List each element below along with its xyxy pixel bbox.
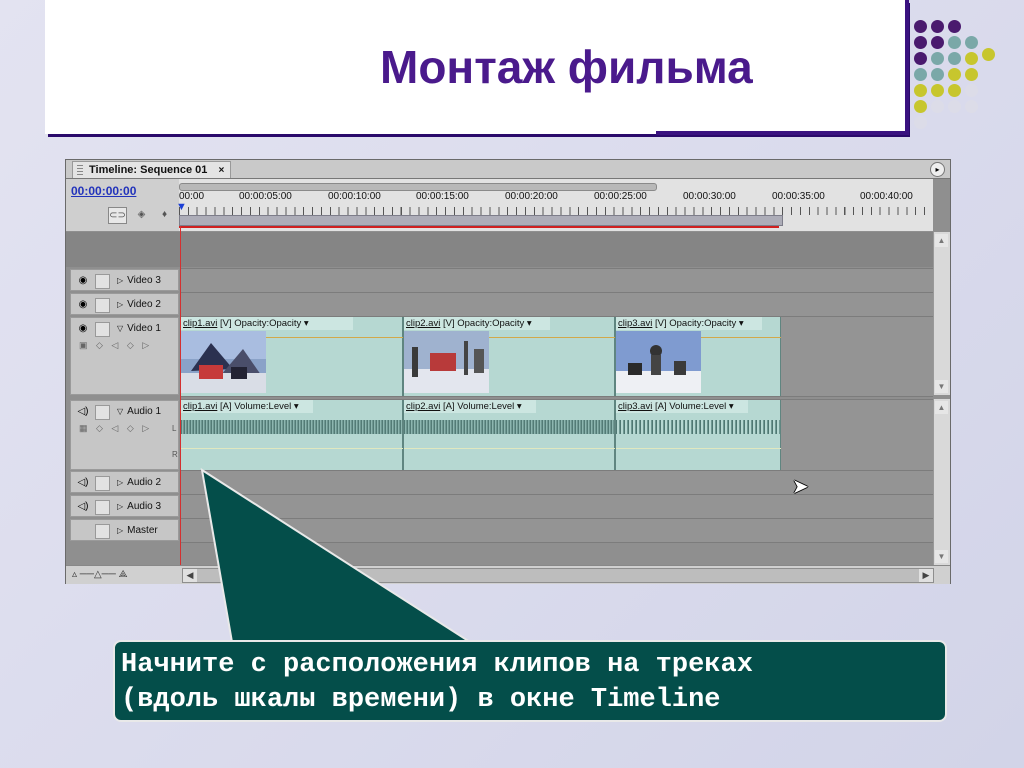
callout-text: Начните с расположения клипов на треках …	[121, 650, 753, 715]
callout-box: Начните с расположения клипов на треках …	[113, 640, 947, 722]
